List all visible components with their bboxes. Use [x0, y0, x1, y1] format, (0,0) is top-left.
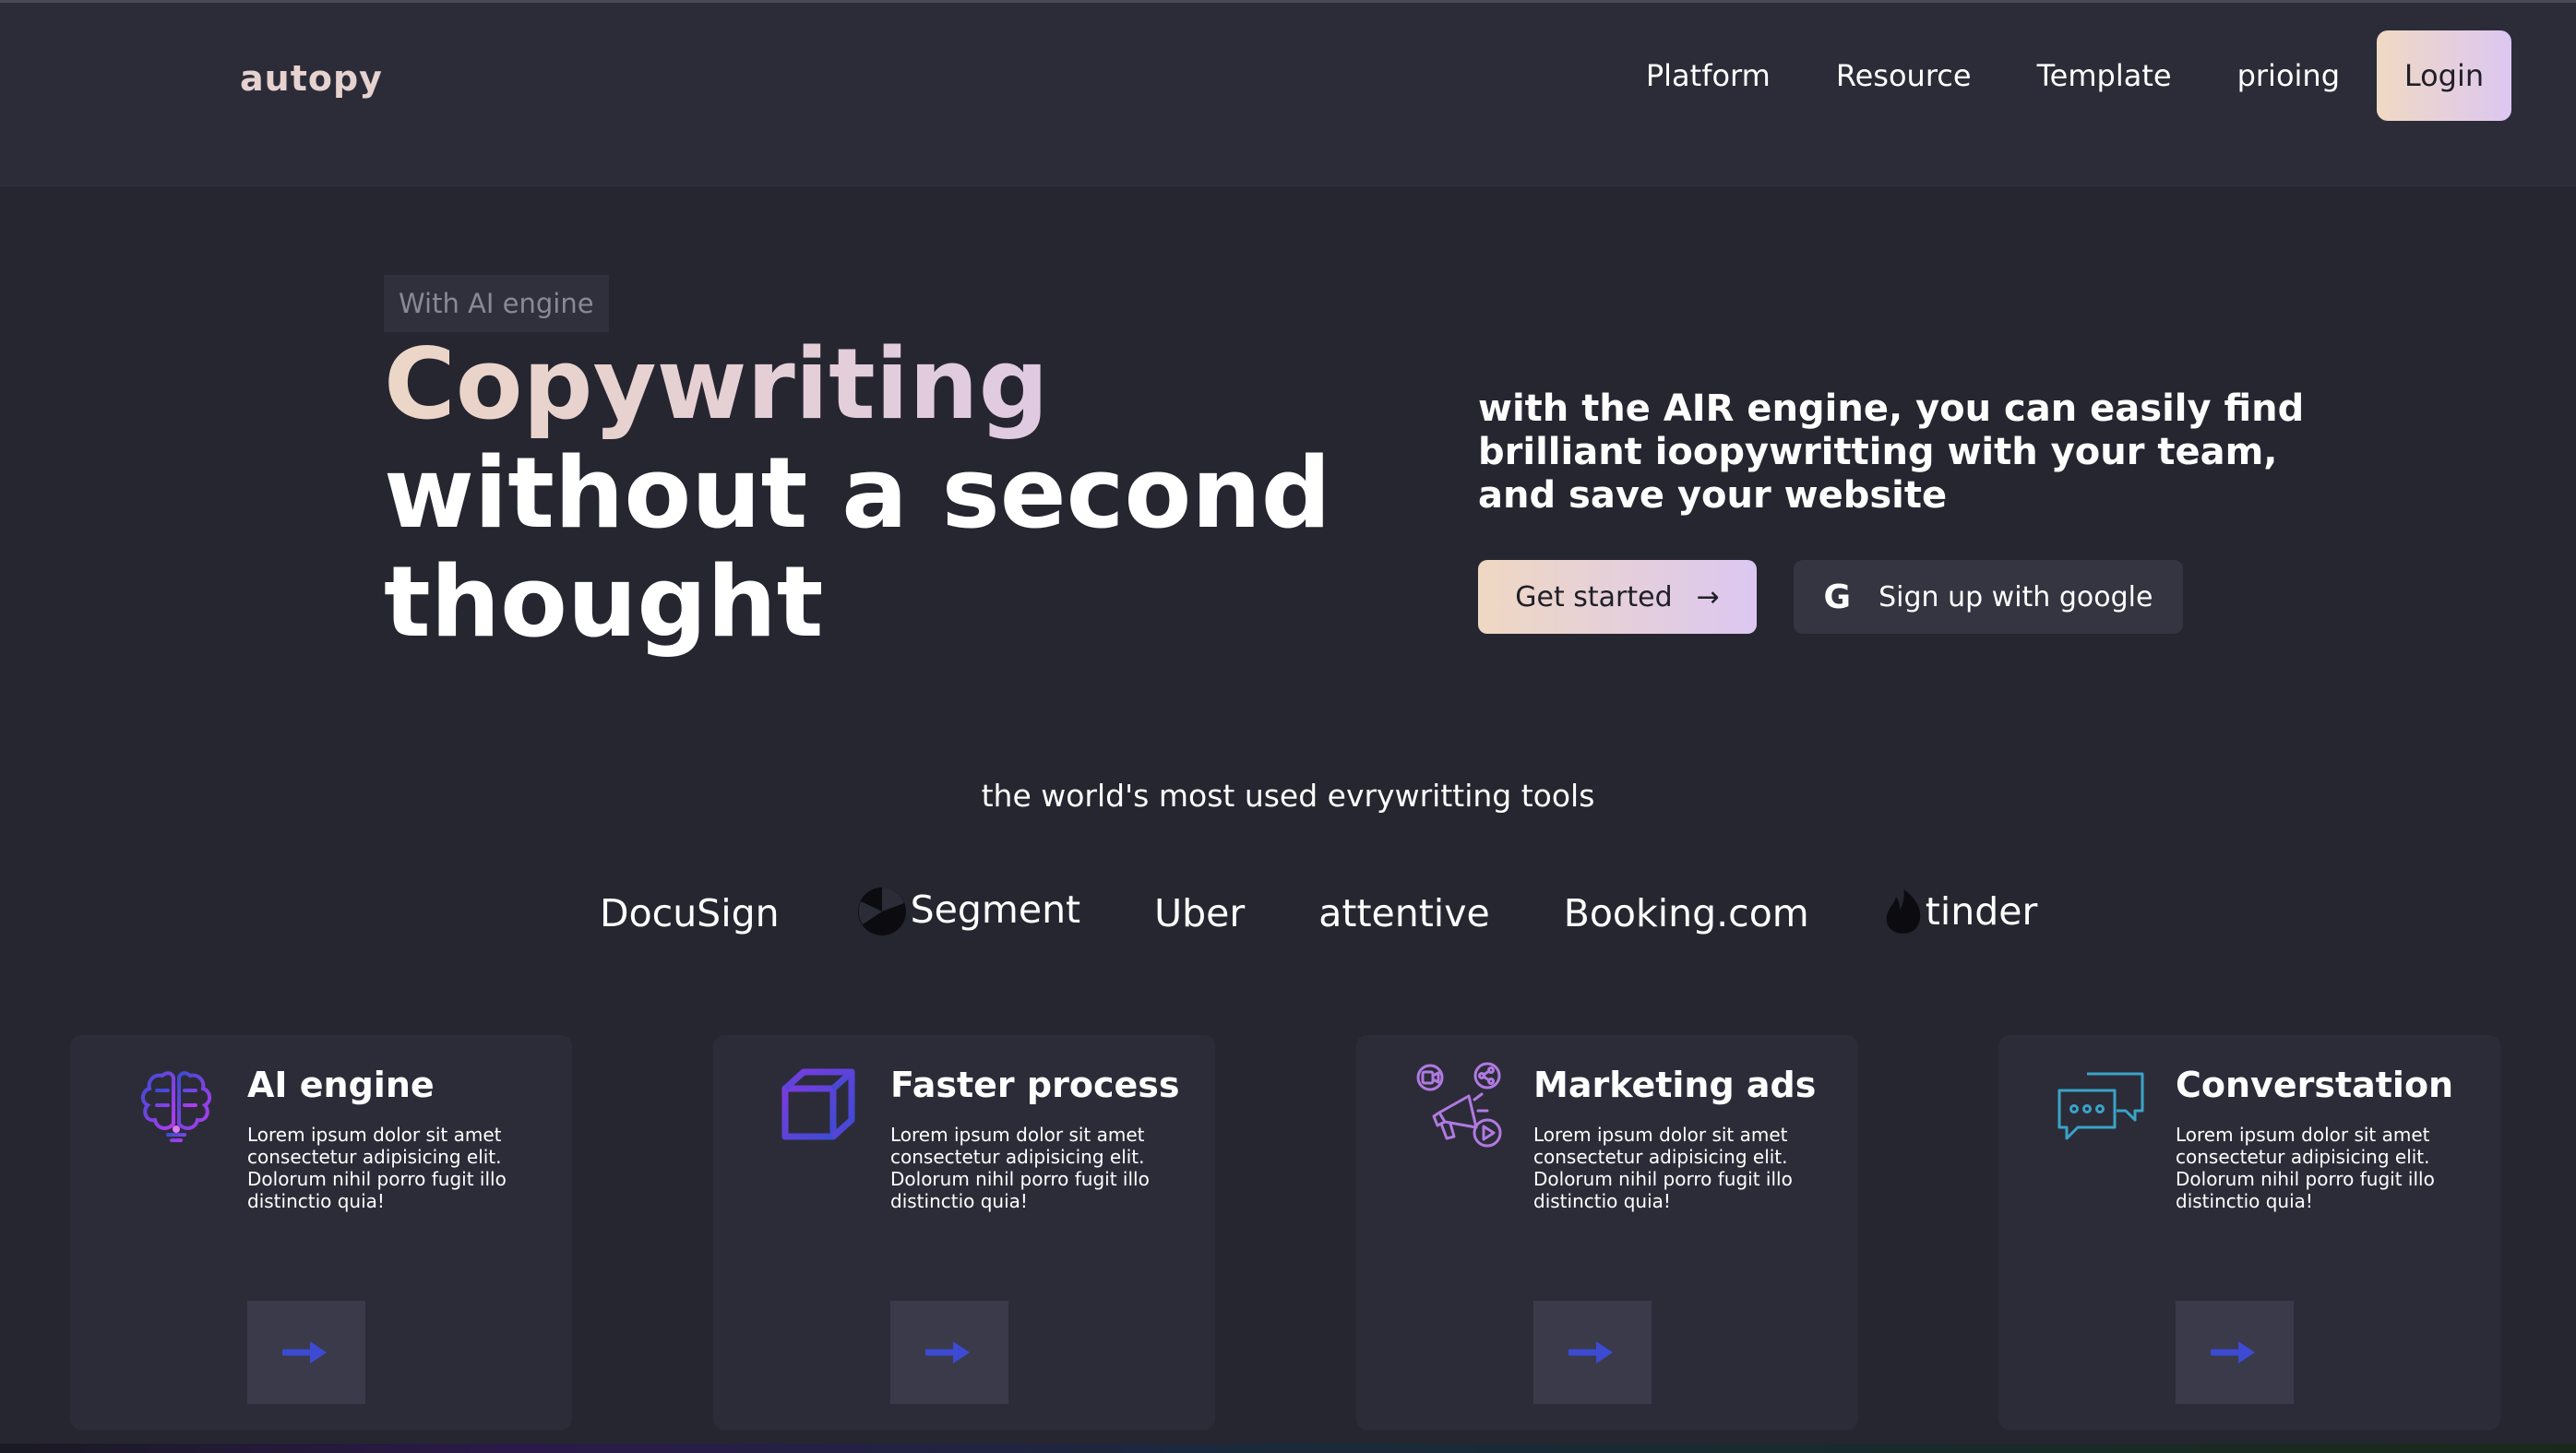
hero-tag: With AI engine	[384, 275, 609, 332]
chat-bubbles-icon	[2056, 1068, 2148, 1142]
google-icon: G	[1823, 578, 1852, 616]
google-signup-label: Sign up with google	[1878, 580, 2153, 613]
arrow-right-icon	[925, 1341, 970, 1364]
logo-booking-label: Booking.com	[1563, 891, 1809, 935]
segment-icon	[857, 887, 906, 935]
megaphone-icon	[1413, 1059, 1506, 1151]
feature-arrow-button[interactable]	[890, 1301, 1008, 1404]
cta-row: Get started → G Sign up with google	[1478, 560, 2183, 634]
arrow-right-icon	[2211, 1341, 2255, 1364]
feature-card-conversation: Converstation Lorem ipsum dolor sit amet…	[1998, 1035, 2500, 1430]
feature-card-ai-engine: AI engine Lorem ipsum dolor sit amet con…	[70, 1035, 572, 1430]
login-button[interactable]: Login	[2377, 30, 2511, 121]
main-nav: Platform Resource Template prioing Login	[1646, 30, 2511, 121]
cube-icon	[778, 1063, 861, 1146]
nav-link-resource[interactable]: Resource	[1836, 58, 1972, 93]
get-started-button[interactable]: Get started →	[1478, 560, 1757, 634]
logo-attentive: attentive	[1318, 891, 1489, 935]
logo-uber: Uber	[1154, 891, 1245, 935]
feature-arrow-button[interactable]	[247, 1301, 365, 1404]
hero-title-line-1: Copywriting	[384, 330, 1331, 439]
hero-title: Copywriting without a second thought	[384, 330, 1331, 657]
logo-tinder: tinder	[1883, 887, 2038, 935]
feature-card-faster-process: Faster process Lorem ipsum dolor sit ame…	[713, 1035, 1215, 1430]
feature-description: Lorem ipsum dolor sit amet consectetur a…	[890, 1124, 1150, 1212]
arrow-right-icon	[1568, 1341, 1613, 1364]
nav-link-pricing[interactable]: prioing	[2237, 58, 2340, 93]
hero-description: with the AIR engine, you can easily find…	[1478, 387, 2305, 517]
feature-card-marketing-ads: Marketing ads Lorem ipsum dolor sit amet…	[1356, 1035, 1858, 1430]
google-signup-button[interactable]: G Sign up with google	[1794, 560, 2183, 634]
arrow-right-icon	[282, 1341, 327, 1364]
feature-arrow-button[interactable]	[1533, 1301, 1652, 1404]
feature-title: Faster process	[890, 1065, 1180, 1105]
logo-segment: Segment	[855, 883, 1081, 936]
logo-segment-label: Segment	[910, 887, 1081, 932]
feature-title: Converstation	[2176, 1065, 2454, 1105]
logo-uber-label: Uber	[1154, 891, 1246, 935]
tools-heading: the world's most used evrywritting tools	[981, 778, 1595, 814]
feature-description: Lorem ipsum dolor sit amet consectetur a…	[2176, 1124, 2435, 1212]
feature-title: AI engine	[247, 1065, 435, 1105]
get-started-label: Get started	[1515, 580, 1673, 613]
hero-title-line-2: without a second	[384, 436, 1331, 550]
page: autopy Platform Resource Template prioin…	[0, 0, 2576, 1453]
feature-arrow-button[interactable]	[2176, 1301, 2294, 1404]
flame-icon	[1886, 889, 1921, 934]
partner-logos: DocuSign Segment Uber attentive Booking.…	[600, 876, 2037, 950]
feature-description: Lorem ipsum dolor sit amet consectetur a…	[247, 1124, 507, 1212]
top-nav-bar: autopy Platform Resource Template prioin…	[0, 0, 2576, 186]
brand-logo[interactable]: autopy	[240, 58, 383, 99]
arrow-right-icon: →	[1696, 580, 1720, 613]
logo-docusign: DocuSign	[600, 891, 780, 935]
nav-link-platform[interactable]: Platform	[1646, 58, 1771, 93]
logo-booking: Booking.com	[1564, 891, 1809, 935]
bottom-edge-strip	[0, 1444, 2576, 1453]
logo-docusign-label: DocuSign	[600, 891, 780, 935]
ai-brain-icon	[135, 1063, 218, 1146]
feature-description: Lorem ipsum dolor sit amet consectetur a…	[1533, 1124, 1793, 1212]
nav-link-template[interactable]: Template	[2037, 58, 2172, 93]
logo-tinder-label: tinder	[1925, 889, 2038, 934]
feature-title: Marketing ads	[1533, 1065, 1817, 1105]
logo-attentive-label: attentive	[1318, 891, 1490, 935]
hero-title-line-3: thought	[384, 545, 824, 659]
